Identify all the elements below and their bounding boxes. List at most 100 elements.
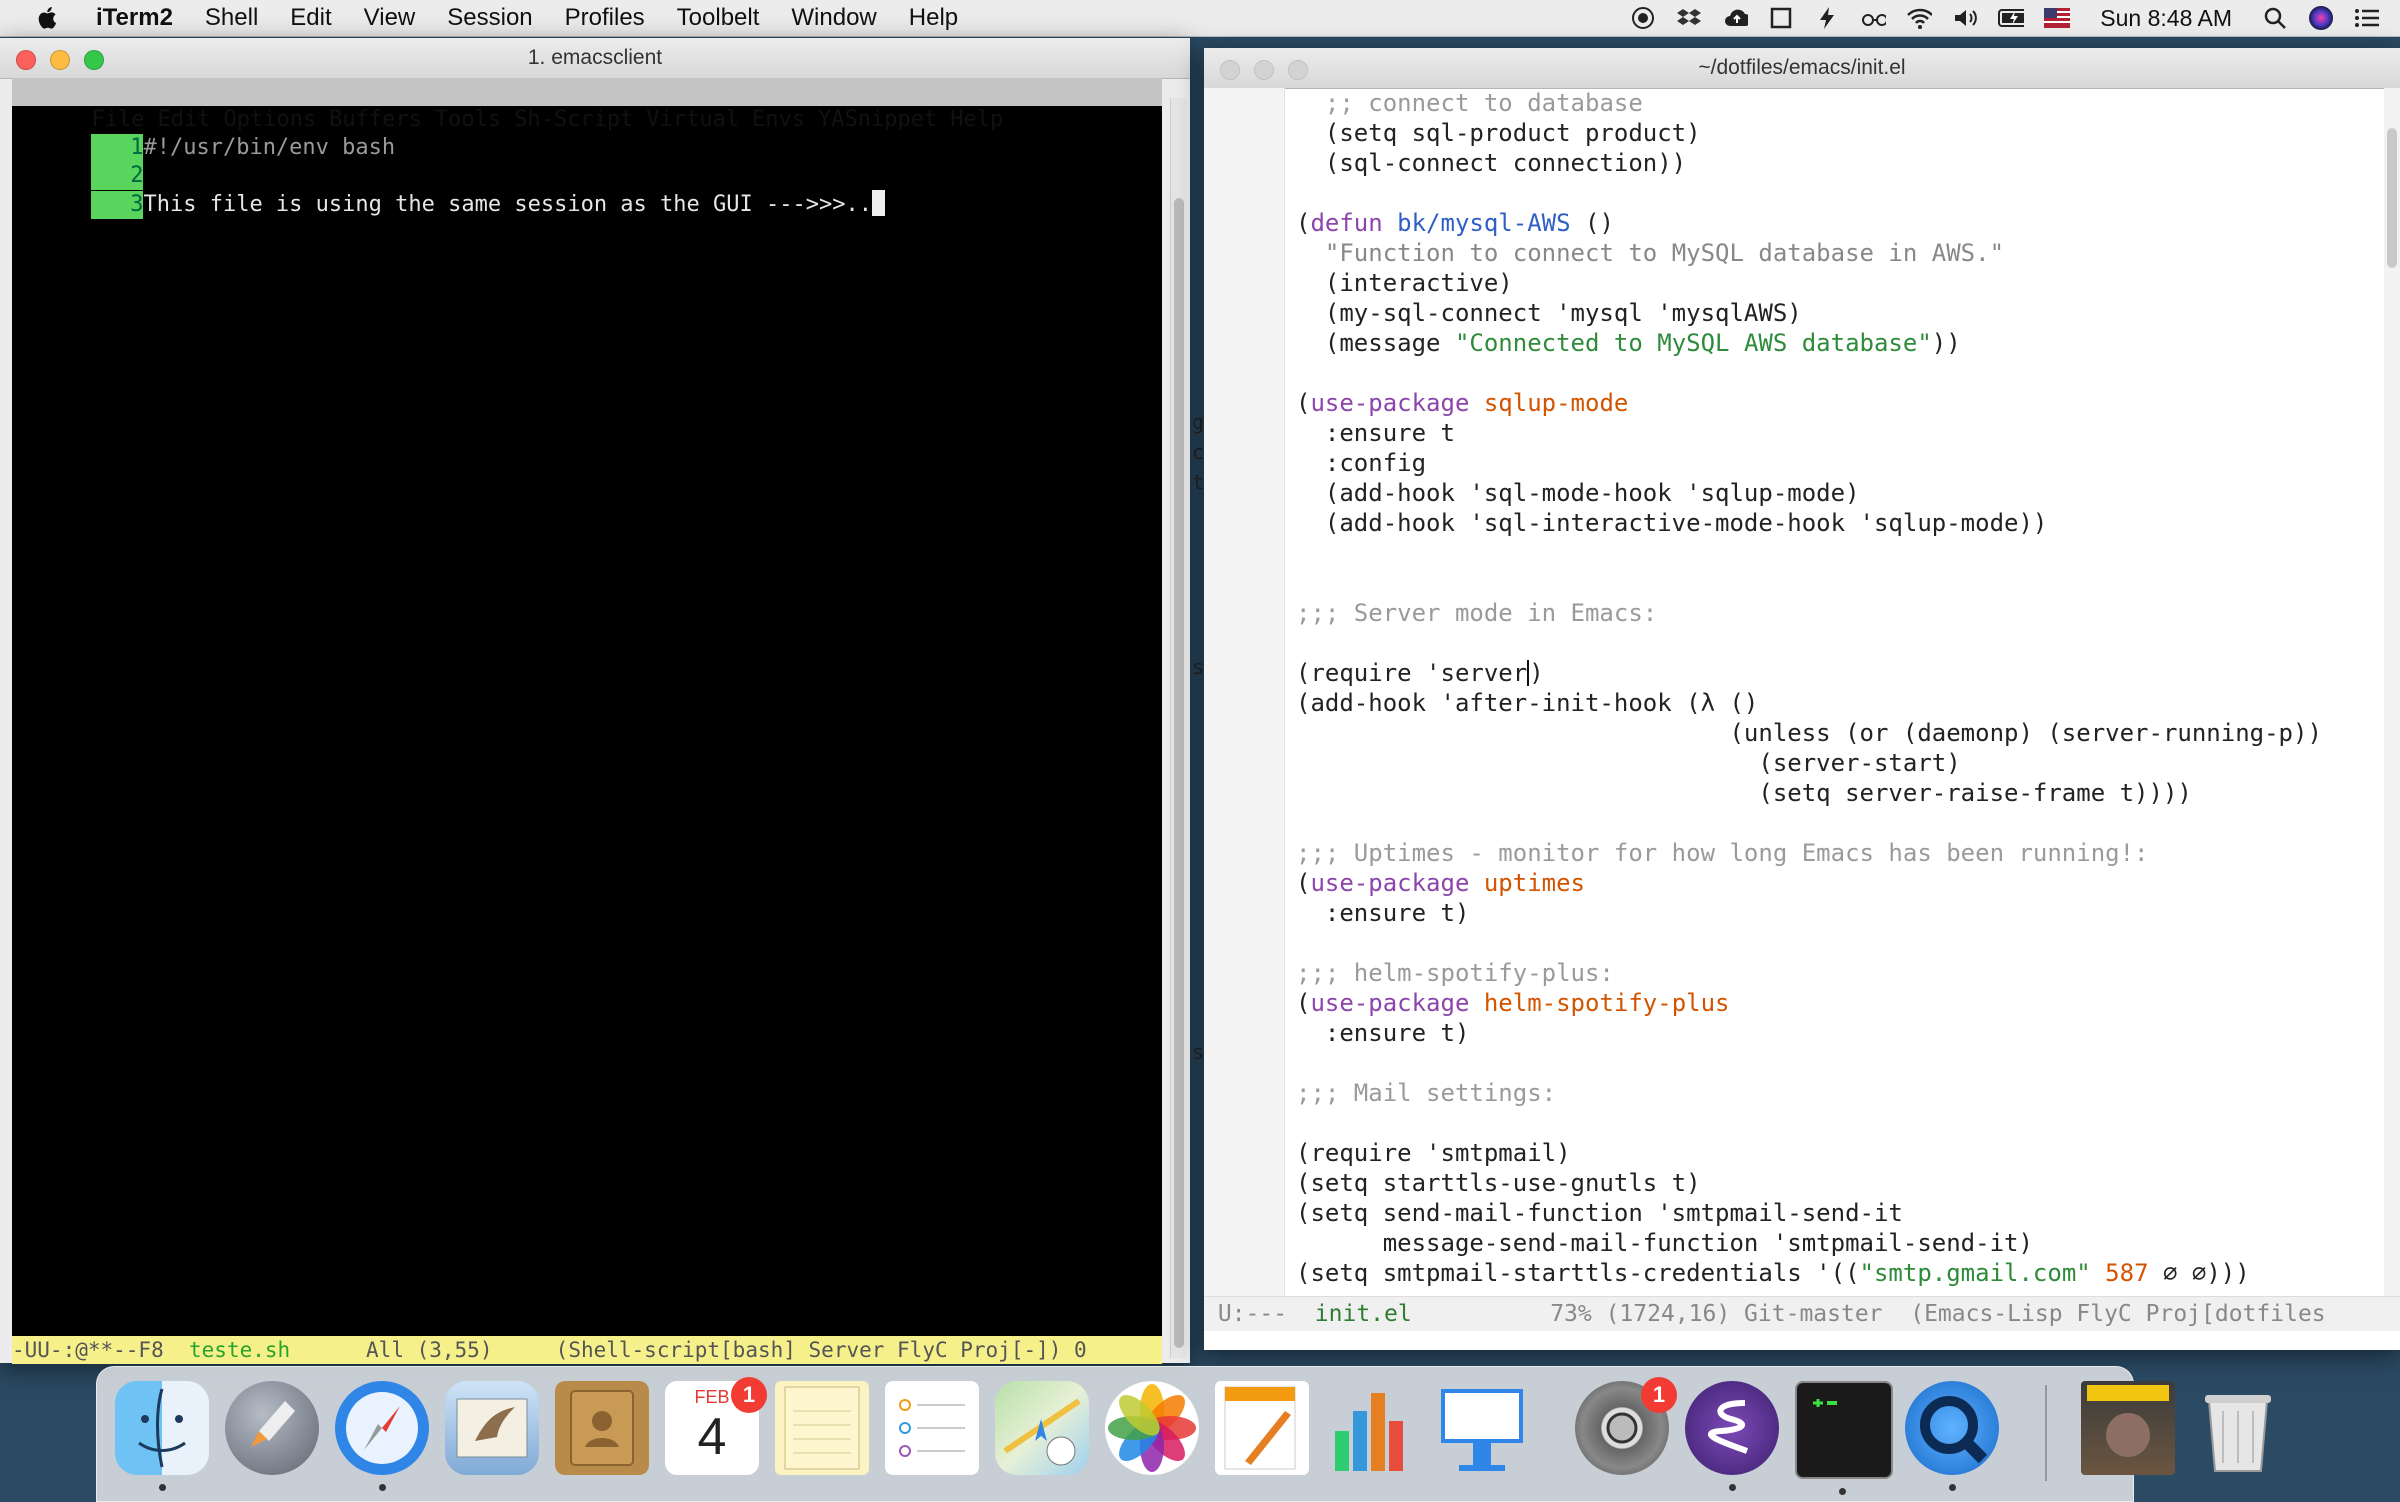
- code-line[interactable]: (message "Connected to MySQL AWS databas…: [1296, 328, 2386, 358]
- cloud-upload-icon[interactable]: [1722, 5, 1749, 31]
- minimize-button[interactable]: [50, 50, 70, 70]
- scrollbar-thumb[interactable]: [1174, 198, 1184, 1348]
- code-line[interactable]: (add-hook 'sql-interactive-mode-hook 'sq…: [1296, 508, 2386, 538]
- trash-icon[interactable]: [2191, 1381, 2285, 1475]
- code-line[interactable]: :ensure t): [1296, 1018, 2386, 1048]
- code-line[interactable]: ;;; helm-spotify-plus:: [1296, 958, 2386, 988]
- code-line[interactable]: :ensure t): [1296, 898, 2386, 928]
- code-line[interactable]: (require 'smtpmail): [1296, 1138, 2386, 1168]
- emacs-code-area[interactable]: ;; connect to database (setq sql-product…: [1296, 88, 2386, 1323]
- minimize-button[interactable]: [1254, 60, 1274, 80]
- code-line[interactable]: (setq server-raise-frame t)))): [1296, 778, 2386, 808]
- dropbox-icon[interactable]: [1676, 5, 1702, 31]
- code-line[interactable]: :ensure t: [1296, 418, 2386, 448]
- emacs-titlebar[interactable]: ~/dotfiles/emacs/init.el: [1204, 48, 2400, 89]
- code-line[interactable]: ;;; Server mode in Emacs:: [1296, 598, 2386, 628]
- code-line[interactable]: [1296, 178, 2386, 208]
- code-line[interactable]: [1296, 808, 2386, 838]
- siri-icon[interactable]: [2308, 5, 2334, 31]
- terminal-area[interactable]: File Edit Options Buffers Tools Sh-Script Virt…: [12, 78, 1162, 1364]
- code-line[interactable]: (setq sql-product product): [1296, 118, 2386, 148]
- finder-icon[interactable]: [115, 1381, 209, 1491]
- wifi-icon[interactable]: [1906, 5, 1933, 31]
- code-line[interactable]: :config: [1296, 448, 2386, 478]
- code-line[interactable]: ;;; Mail settings:: [1296, 1078, 2386, 1108]
- code-line[interactable]: 1#!/usr/bin/env bash: [12, 106, 1162, 162]
- code-line[interactable]: (my-sql-connect 'mysql 'mysqlAWS): [1296, 298, 2386, 328]
- keynote-icon[interactable]: [1435, 1381, 1529, 1475]
- window-icon[interactable]: [1768, 5, 1794, 31]
- code-line[interactable]: [1296, 358, 2386, 388]
- glasses-icon[interactable]: [1860, 5, 1887, 31]
- code-line[interactable]: (server-start): [1296, 748, 2386, 778]
- code-line[interactable]: [1296, 628, 2386, 658]
- scrollbar-thumb[interactable]: [2387, 128, 2397, 268]
- apple-icon[interactable]: [34, 4, 62, 32]
- volume-icon[interactable]: [1952, 5, 1978, 31]
- code-line[interactable]: (interactive): [1296, 268, 2386, 298]
- launchpad-icon[interactable]: [225, 1381, 319, 1475]
- emacs-scrollbar[interactable]: [2384, 88, 2400, 1328]
- code-line[interactable]: [1296, 568, 2386, 598]
- safari-icon[interactable]: [335, 1381, 429, 1491]
- code-line[interactable]: (setq starttls-use-gnutls t): [1296, 1168, 2386, 1198]
- zoom-button[interactable]: [84, 50, 104, 70]
- code-line[interactable]: (add-hook 'sql-mode-hook 'sqlup-mode): [1296, 478, 2386, 508]
- flag-us-icon[interactable]: [2044, 5, 2071, 31]
- numbers-icon[interactable]: [1325, 1381, 1419, 1475]
- reminders-icon[interactable]: [885, 1381, 979, 1475]
- contacts-icon[interactable]: [555, 1381, 649, 1475]
- maps-icon[interactable]: [995, 1381, 1089, 1475]
- code-line[interactable]: (add-hook 'after-init-hook (λ (): [1296, 688, 2386, 718]
- code-line[interactable]: ;; connect to database: [1296, 88, 2386, 118]
- menu-edit[interactable]: Edit: [290, 4, 331, 32]
- code-line[interactable]: (unless (or (daemonp) (server-running-p)…: [1296, 718, 2386, 748]
- zoom-button[interactable]: [1288, 60, 1308, 80]
- code-line[interactable]: [1296, 538, 2386, 568]
- menu-shell[interactable]: Shell: [205, 4, 258, 32]
- code-line[interactable]: (require 'server): [1296, 658, 2386, 688]
- mail-icon[interactable]: [445, 1381, 539, 1475]
- system-preferences-icon[interactable]: 1: [1575, 1377, 1677, 1475]
- code-line[interactable]: 2: [12, 134, 1162, 190]
- menu-app-name[interactable]: iTerm2: [96, 4, 173, 32]
- code-line[interactable]: [1296, 1048, 2386, 1078]
- notes-icon[interactable]: [775, 1381, 869, 1475]
- menu-window[interactable]: Window: [791, 4, 876, 32]
- code-line[interactable]: (use-package helm-spotify-plus: [1296, 988, 2386, 1018]
- record-icon[interactable]: [1630, 5, 1656, 31]
- code-line[interactable]: (use-package uptimes: [1296, 868, 2386, 898]
- code-line[interactable]: [1296, 1108, 2386, 1138]
- quicktime-icon[interactable]: [1905, 1381, 1999, 1491]
- code-line[interactable]: (sql-connect connection)): [1296, 148, 2386, 178]
- menu-view[interactable]: View: [364, 4, 416, 32]
- code-line[interactable]: "Function to connect to MySQL database i…: [1296, 238, 2386, 268]
- calendar-icon[interactable]: FEB 4 1: [665, 1377, 767, 1475]
- menu-help[interactable]: Help: [909, 4, 958, 32]
- code-line[interactable]: message-send-mail-function 'smtpmail-sen…: [1296, 1228, 2386, 1258]
- menu-profiles[interactable]: Profiles: [565, 4, 645, 32]
- search-icon[interactable]: [2262, 5, 2288, 31]
- code-line[interactable]: (setq send-mail-function 'smtpmail-send-…: [1296, 1198, 2386, 1228]
- iterm-scrollbar[interactable]: [1170, 98, 1187, 1358]
- photos-icon[interactable]: [1105, 1381, 1199, 1475]
- menu-toolbelt[interactable]: Toolbelt: [677, 4, 760, 32]
- iterm-titlebar[interactable]: 1. emacsclient: [0, 38, 1190, 79]
- document-thumbnail-icon[interactable]: [2081, 1381, 2175, 1475]
- menu-list-icon[interactable]: [2354, 5, 2380, 31]
- bolt-icon[interactable]: [1814, 5, 1840, 31]
- code-line[interactable]: ;;; Uptimes - monitor for how long Emacs…: [1296, 838, 2386, 868]
- pages-icon[interactable]: [1215, 1381, 1309, 1475]
- close-button[interactable]: [1220, 60, 1240, 80]
- code-line[interactable]: [1296, 928, 2386, 958]
- code-line[interactable]: 3This file is using the same session as …: [12, 162, 1162, 219]
- code-line[interactable]: (defun bk/mysql-AWS (): [1296, 208, 2386, 238]
- terminal-icon[interactable]: [1795, 1381, 1893, 1495]
- emacs-icon[interactable]: [1685, 1381, 1779, 1491]
- code-line[interactable]: (use-package sqlup-mode: [1296, 388, 2386, 418]
- menubar-clock[interactable]: Sun 8:48 AM: [2100, 5, 2232, 32]
- battery-icon[interactable]: [1998, 5, 2025, 31]
- code-line[interactable]: (setq smtpmail-starttls-credentials '(("…: [1296, 1258, 2386, 1288]
- menu-session[interactable]: Session: [447, 4, 532, 32]
- close-button[interactable]: [16, 50, 36, 70]
